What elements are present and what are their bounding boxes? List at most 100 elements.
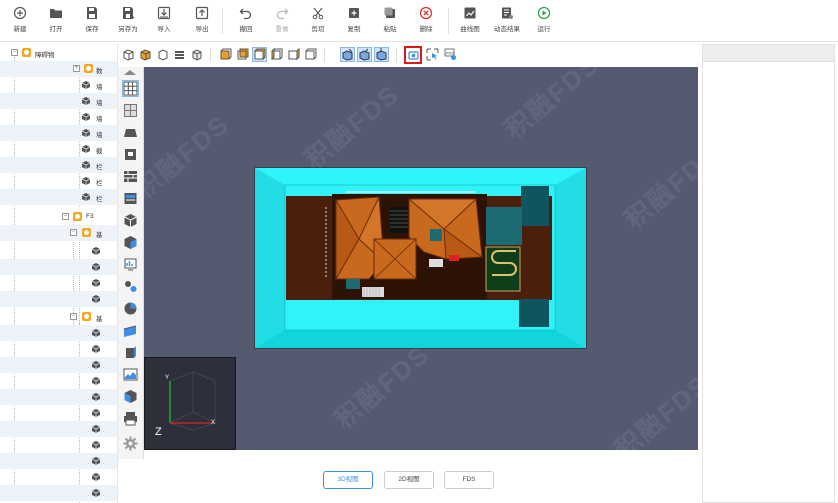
collapse-icon[interactable]: − <box>62 213 69 220</box>
tab-2d-view[interactable]: 2D视图 <box>384 471 434 489</box>
view-tabs: 3D视图 2D视图 FDS <box>144 459 698 503</box>
open-button[interactable]: 打开 <box>40 6 72 36</box>
expand-icon[interactable]: + <box>73 65 80 72</box>
tree-item-label: 截 <box>96 148 103 155</box>
solid-cube-icon <box>140 49 151 61</box>
save-as-icon <box>123 7 135 19</box>
tree-row[interactable] <box>0 341 117 357</box>
tree-row[interactable] <box>0 259 117 275</box>
building-model[interactable] <box>254 167 588 351</box>
results-icon <box>502 7 513 19</box>
undo-button[interactable]: 撤回 <box>230 6 262 36</box>
chart-button[interactable]: 曲线图 <box>454 6 486 36</box>
tree-row[interactable] <box>0 373 117 389</box>
paste-button[interactable]: 粘贴 <box>374 6 406 36</box>
tree-row[interactable]: 墙 <box>0 77 117 93</box>
mesh-tool-button[interactable] <box>122 102 139 119</box>
axis-y-label: Y <box>165 375 170 381</box>
tree-row[interactable] <box>0 243 117 259</box>
iso-view-2-button[interactable] <box>357 47 372 62</box>
tree-row[interactable] <box>0 421 117 437</box>
tree-row[interactable]: 栏 <box>0 189 117 205</box>
slice-tool-button[interactable] <box>122 322 139 339</box>
cut-button[interactable]: 剪切 <box>302 6 334 36</box>
redo-button[interactable]: 重做 <box>266 6 298 36</box>
tab-fds[interactable]: FDS <box>444 471 494 489</box>
cube-icon <box>92 295 100 303</box>
top-view-button[interactable] <box>252 47 267 62</box>
tree-row[interactable] <box>0 325 117 341</box>
wall-tool-button[interactable] <box>122 168 139 185</box>
tree-row[interactable]: 栏 <box>0 173 117 189</box>
3d-viewport[interactable]: 积融FDS 积融FDS 积融FDS 积融FDS 积融FDS 积融FDS Y X … <box>144 67 698 450</box>
select-view-button[interactable] <box>425 47 440 62</box>
collapse-icon[interactable]: − <box>70 229 77 236</box>
fds-view-button[interactable]: FDS <box>443 47 458 62</box>
results-button[interactable]: 动态结果 <box>491 6 523 36</box>
left-view-button[interactable] <box>269 47 284 62</box>
tree-row[interactable]: 墙 <box>0 125 117 141</box>
tree-item-label: 基 <box>96 316 103 323</box>
tree-row[interactable]: 截 <box>0 141 117 157</box>
wireframe-view-button[interactable] <box>121 47 136 62</box>
obstacle-tool-button[interactable] <box>122 124 139 141</box>
device-tool-button[interactable] <box>122 256 139 273</box>
tree-row-f3[interactable]: − F3 <box>0 209 117 225</box>
save-button[interactable]: 保存 <box>76 6 108 36</box>
iso-view-1-button[interactable] <box>340 47 355 62</box>
new-button[interactable]: 新建 <box>4 6 36 36</box>
back-view-button[interactable] <box>235 47 250 62</box>
tree-row[interactable] <box>0 437 117 453</box>
fit-view-button[interactable] <box>404 46 422 64</box>
tree-root-label: 障碍物 <box>35 52 55 59</box>
outline-view-button[interactable] <box>155 47 170 62</box>
tree-row[interactable]: 墙 <box>0 93 117 109</box>
tree-row[interactable] <box>0 405 117 421</box>
grid-tool-button[interactable] <box>122 80 139 97</box>
import-model-tool-button[interactable] <box>122 388 139 405</box>
tree-row[interactable]: − 基 <box>0 225 117 241</box>
undo-label: 撤回 <box>239 26 253 33</box>
tree-row[interactable] <box>0 357 117 373</box>
settings-tool-button[interactable] <box>122 435 139 452</box>
collapse-icon[interactable]: − <box>70 313 77 320</box>
save-as-button[interactable]: 另存为 <box>112 6 144 36</box>
tree-root-row[interactable]: − 障碍物 <box>0 45 117 61</box>
run-button[interactable]: 运行 <box>528 6 560 36</box>
tree-row[interactable]: − 基 <box>0 309 117 325</box>
block-tool-button[interactable] <box>122 212 139 229</box>
tree-row[interactable] <box>0 453 117 469</box>
tree-row[interactable] <box>0 291 117 307</box>
particle-tool-button[interactable] <box>122 278 139 295</box>
tree-row[interactable]: 墙 <box>0 109 117 125</box>
import-button[interactable]: 导入 <box>148 6 180 36</box>
surface-tool-button[interactable] <box>122 234 139 251</box>
export-button[interactable]: 导出 <box>186 6 218 36</box>
toolbar-divider <box>210 48 211 62</box>
tree-row[interactable]: 栏 <box>0 157 117 173</box>
collapse-icon[interactable]: − <box>11 49 18 56</box>
copy-button[interactable]: 复制 <box>338 6 370 36</box>
print-tool-button[interactable] <box>122 410 139 427</box>
layer-view-button[interactable] <box>172 47 187 62</box>
terrain-tool-button[interactable] <box>122 366 139 383</box>
transparent-view-button[interactable] <box>189 47 204 62</box>
right-view-button[interactable] <box>286 47 301 62</box>
tree-row[interactable] <box>0 389 117 405</box>
tree-row[interactable]: + 数 <box>0 61 117 77</box>
tab-3d-view[interactable]: 3D视图 <box>323 471 373 489</box>
solid-view-button[interactable] <box>138 47 153 62</box>
fire-tool-button[interactable] <box>122 300 139 317</box>
scroll-up-icon[interactable] <box>124 70 136 75</box>
tree-row[interactable] <box>0 275 117 291</box>
front-view-button[interactable] <box>218 47 233 62</box>
tree-row[interactable] <box>0 485 117 501</box>
boundary-tool-button[interactable] <box>122 344 139 361</box>
bottom-view-button[interactable] <box>303 47 318 62</box>
delete-button[interactable]: 删除 <box>410 6 442 36</box>
hole-tool-button[interactable] <box>122 146 139 163</box>
tools-sidebar <box>118 67 144 459</box>
iso-view-3-button[interactable] <box>374 47 389 62</box>
tree-row[interactable] <box>0 469 117 485</box>
vent-tool-button[interactable] <box>122 190 139 207</box>
